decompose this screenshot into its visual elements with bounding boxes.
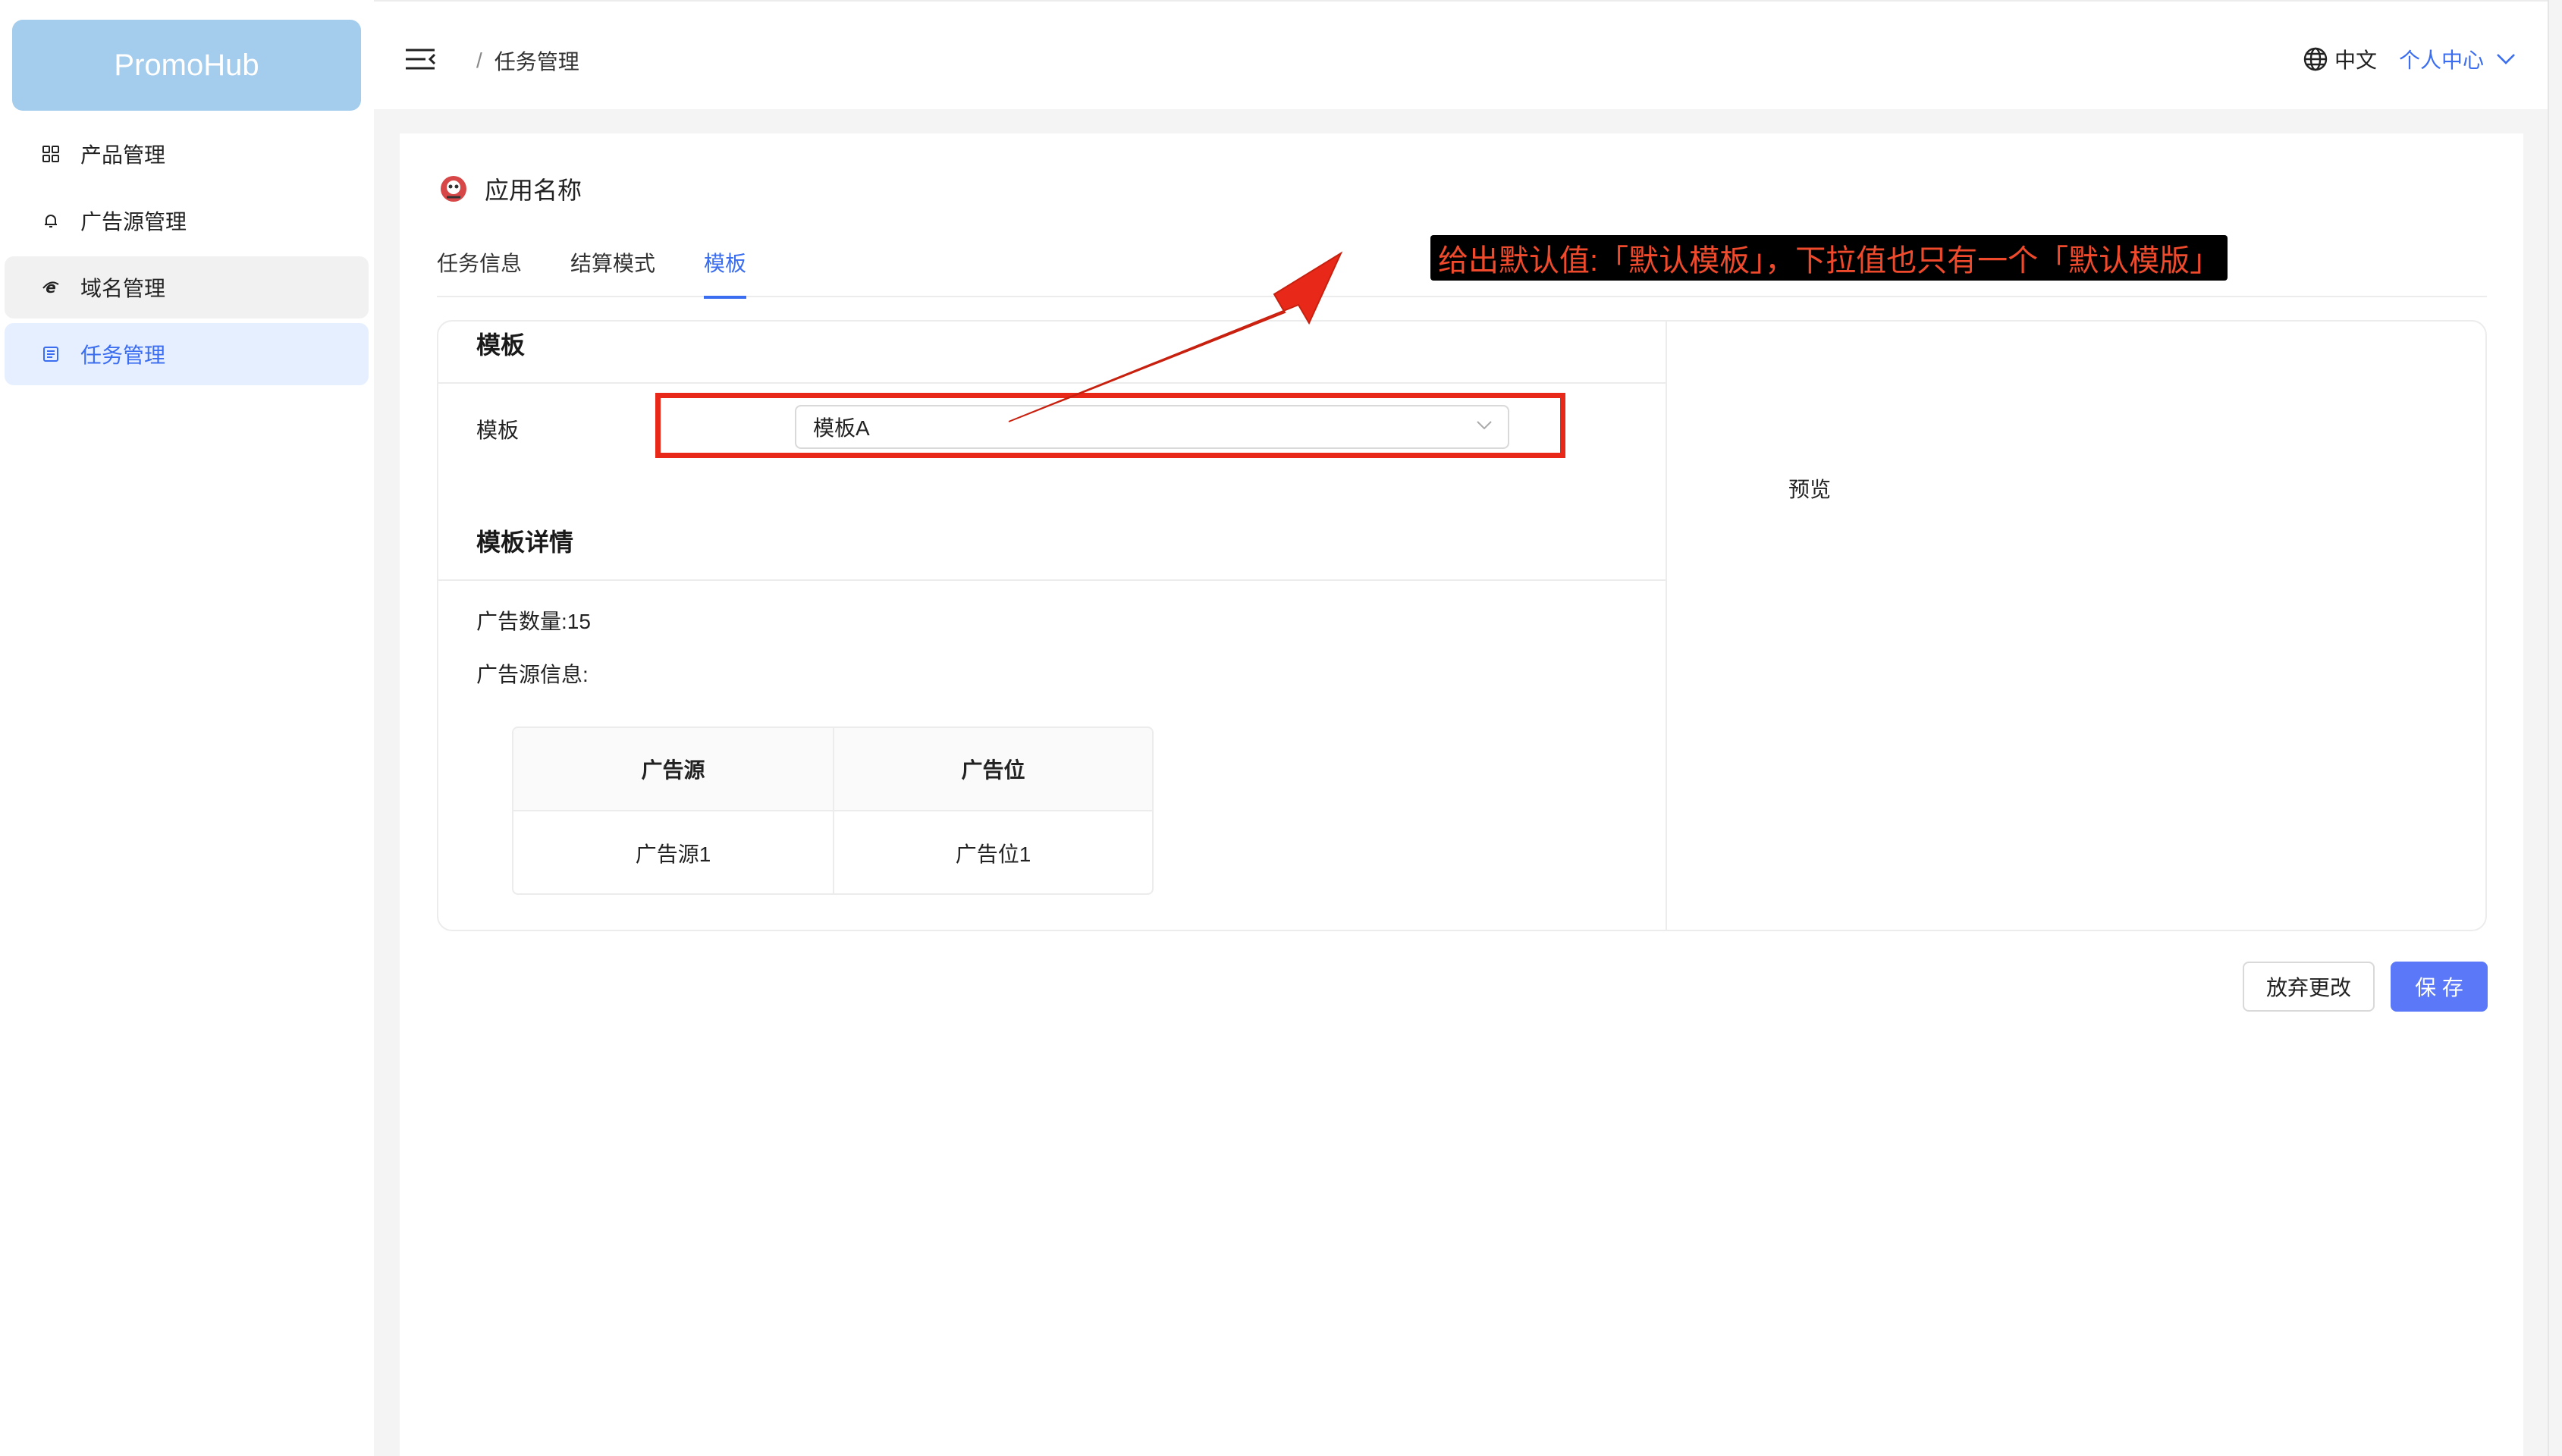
- menu-fold-icon[interactable]: [404, 44, 436, 74]
- template-section-title: 模板: [476, 331, 526, 359]
- ad-count: 广告数量:15: [476, 610, 591, 633]
- table-row: 广告源1 广告位1: [513, 811, 1152, 893]
- app-icon: [439, 174, 468, 203]
- column-header-ad-slot: 广告位: [833, 728, 1152, 810]
- save-button[interactable]: 保 存: [2391, 962, 2488, 1012]
- vertical-divider: [1666, 322, 1667, 930]
- column-header-ad-source: 广告源: [641, 758, 705, 782]
- user-menu[interactable]: 个人中心: [2399, 44, 2516, 74]
- app-name: 应用名称: [485, 177, 582, 204]
- table-cell: 广告源1: [635, 843, 711, 866]
- tab-template[interactable]: 模板: [704, 247, 747, 299]
- tab-task-info[interactable]: 任务信息: [437, 247, 522, 296]
- ad-source-info-label: 广告源信息:: [476, 663, 589, 686]
- discard-changes-button[interactable]: 放弃更改: [2243, 962, 2375, 1012]
- table-cell: 广告位1: [833, 811, 1152, 893]
- sidebar-item-domains[interactable]: e 域名管理: [5, 256, 369, 318]
- language-switcher[interactable]: 中文: [2303, 44, 2377, 74]
- app-title: 应用名称: [439, 171, 582, 206]
- annotation-highlight-box: [655, 393, 1565, 458]
- user-menu-label: 个人中心: [2399, 49, 2485, 72]
- svg-text:e: e: [46, 278, 56, 297]
- ad-source-table: 广告源 广告位 广告源1 广告位1: [512, 726, 1154, 895]
- language-label: 中文: [2334, 49, 2378, 72]
- annotation-note: 给出默认值:「默认模板」，下拉值也只有一个「默认模版」: [1430, 235, 2228, 281]
- sidebar-item-label: 产品管理: [80, 143, 166, 167]
- breadcrumb-separator: /: [476, 49, 482, 72]
- grid-icon: [39, 143, 62, 165]
- list-icon: [39, 343, 62, 366]
- globe-icon: [2303, 47, 2328, 71]
- breadcrumb-current[interactable]: 任务管理: [495, 46, 579, 76]
- app-logo[interactable]: PromoHub: [12, 20, 361, 111]
- window-edge: [2548, 0, 2562, 1456]
- tab-settlement-mode[interactable]: 结算模式: [570, 247, 655, 296]
- chevron-down-icon: [2497, 54, 2515, 64]
- bell-icon: [39, 209, 62, 232]
- sidebar-item-label: 广告源管理: [80, 210, 187, 234]
- sidebar-item-label: 域名管理: [80, 277, 166, 300]
- ie-icon: e: [39, 276, 62, 299]
- top-bar: [374, 0, 2548, 109]
- sidebar-item-label: 任务管理: [80, 344, 166, 367]
- sidebar-item-products[interactable]: 产品管理: [5, 123, 369, 185]
- details-section-title: 模板详情: [476, 529, 574, 556]
- preview-label: 预览: [1788, 478, 1832, 501]
- section-divider: [438, 579, 1666, 581]
- template-field-label: 模板: [476, 419, 520, 442]
- sidebar-item-tasks[interactable]: 任务管理: [5, 323, 369, 385]
- section-divider: [438, 382, 1666, 384]
- table-header-row: 广告源 广告位: [513, 728, 1152, 811]
- breadcrumb: / 任务管理: [476, 46, 579, 76]
- sidebar-item-ad-sources[interactable]: 广告源管理: [5, 190, 369, 252]
- sidebar: PromoHub 产品管理 广告源管理 e 域名管理 任务管理: [0, 0, 374, 1456]
